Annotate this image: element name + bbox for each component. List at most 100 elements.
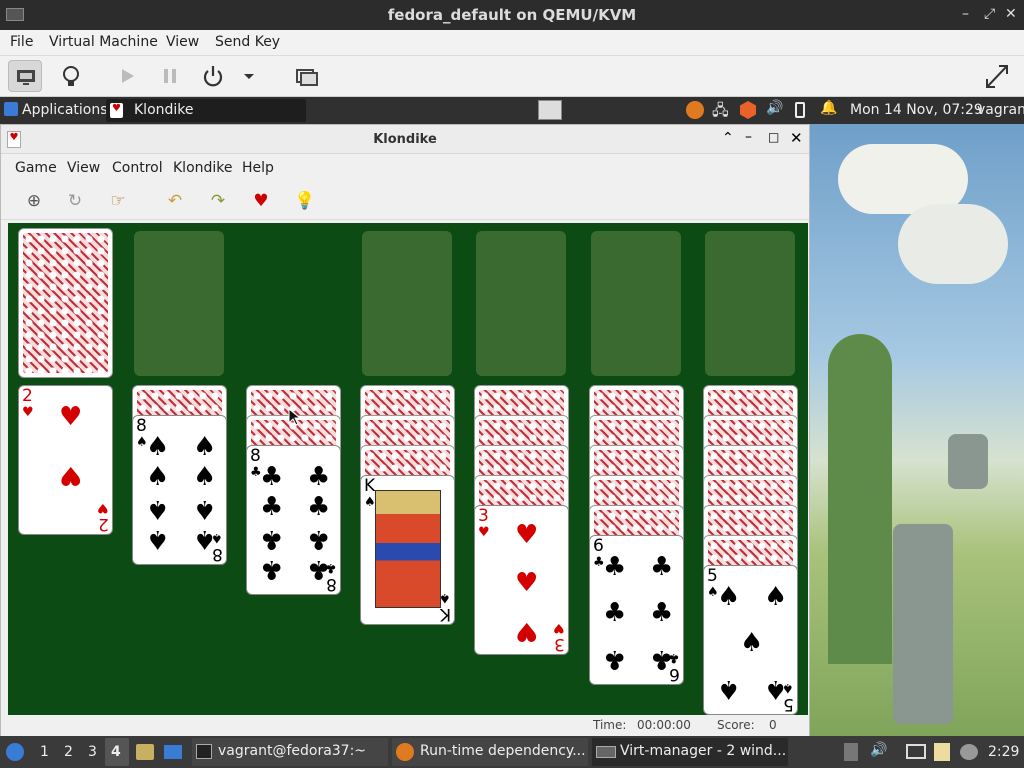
- workspace-1[interactable]: 1: [40, 744, 49, 760]
- pause-button[interactable]: [153, 60, 187, 92]
- tray-display-icon[interactable]: [906, 744, 926, 759]
- face-up-card[interactable]: 8 ♣ 8 ♣ ♣ ♣ ♣ ♣ ♣ ♣ ♣ ♣: [246, 445, 341, 595]
- package-icon[interactable]: [740, 101, 756, 119]
- restart-icon[interactable]: ↻: [64, 190, 86, 212]
- menu-virtual-machine[interactable]: Virtual Machine: [49, 34, 158, 50]
- host-window-title: fedora_default on QEMU/KVM: [387, 6, 637, 24]
- snapshot-icon: [296, 69, 318, 86]
- start-menu-icon[interactable]: [6, 743, 24, 761]
- run-button[interactable]: [110, 60, 144, 92]
- score-label: Score:: [717, 718, 755, 732]
- menu-help[interactable]: Help: [242, 160, 274, 176]
- menu-send-key[interactable]: Send Key: [215, 34, 280, 50]
- status-bar: Time: 00:00:00 Score: 0: [1, 715, 809, 737]
- face-up-card[interactable]: K ♠ K ♠: [360, 475, 455, 625]
- host-maximize-icon[interactable]: ⤢: [984, 6, 995, 22]
- stock-pile[interactable]: [18, 228, 113, 378]
- details-button[interactable]: [54, 60, 88, 92]
- menu-view[interactable]: View: [67, 160, 100, 176]
- volume-icon[interactable]: 🔊: [766, 100, 783, 116]
- menu-view[interactable]: View: [166, 34, 199, 50]
- card-pip-icon: ♠: [764, 582, 788, 612]
- waste-slot[interactable]: [134, 231, 224, 376]
- card-suit-icon: ♥: [553, 620, 565, 635]
- card-pip-icon: ♣: [260, 554, 284, 584]
- notification-bell-icon[interactable]: 🔔: [820, 100, 837, 116]
- shutdown-button[interactable]: [196, 60, 230, 92]
- menu-control[interactable]: Control: [112, 160, 163, 176]
- console-button[interactable]: [8, 60, 42, 92]
- network-icon[interactable]: 🖧: [712, 100, 729, 125]
- fullscreen-button[interactable]: [980, 60, 1014, 92]
- face-up-card[interactable]: 6 ♣ 6 ♣ ♣ ♣ ♣ ♣ ♣ ♣: [589, 535, 684, 685]
- host-close-icon[interactable]: ✕: [1005, 6, 1017, 22]
- panel-user[interactable]: vagrant: [977, 102, 1024, 118]
- workspace-3[interactable]: 3: [88, 744, 97, 760]
- face-up-card[interactable]: 3 ♥ 3 ♥ ♥ ♥ ♥: [474, 505, 569, 655]
- tray-eject-icon[interactable]: [844, 743, 858, 761]
- select-game-icon[interactable]: ☞: [107, 190, 129, 212]
- task-terminal[interactable]: vagrant@fedora37:~: [192, 738, 388, 766]
- deal-icon[interactable]: ♥: [250, 190, 272, 212]
- shutdown-menu-button[interactable]: [236, 60, 262, 92]
- face-up-card[interactable]: 5 ♠ 5 ♠ ♠ ♠ ♠ ♠ ♠: [703, 565, 798, 715]
- applications-menu[interactable]: Applications: [22, 102, 108, 118]
- snapshots-button[interactable]: [290, 60, 324, 92]
- tray-clipboard-icon[interactable]: [934, 743, 950, 761]
- foundation-slot[interactable]: [362, 231, 452, 376]
- redo-icon[interactable]: ↷: [207, 190, 229, 212]
- card-pip-icon: ♠: [764, 674, 788, 704]
- score-value: 0: [769, 718, 777, 732]
- face-up-card[interactable]: 8 ♠ 8 ♠ ♠ ♠ ♠ ♠ ♠ ♠ ♠ ♠: [132, 415, 227, 565]
- tower-shape: [828, 334, 892, 664]
- foundation-slot[interactable]: [476, 231, 566, 376]
- new-game-icon[interactable]: ⊕: [23, 190, 45, 212]
- tower-shape: [948, 434, 988, 489]
- card-pip-icon: ♠: [193, 462, 217, 492]
- hint-icon[interactable]: 💡: [294, 190, 316, 212]
- foundation-slot[interactable]: [591, 231, 681, 376]
- task-virt-manager[interactable]: Virt-manager - 2 wind...: [592, 738, 788, 766]
- face-up-card[interactable]: 2 ♥ 2 ♥ ♥ ♥: [18, 385, 113, 535]
- firefox-tray-icon[interactable]: [686, 101, 704, 119]
- virt-manager-icon: [596, 746, 616, 758]
- maximize-icon[interactable]: □: [768, 130, 779, 144]
- cloud-shape: [898, 204, 1008, 284]
- task-klondike[interactable]: ♥ Klondike: [106, 99, 306, 122]
- chevron-up-icon[interactable]: ⌃: [722, 130, 734, 146]
- menu-file[interactable]: File: [10, 34, 33, 50]
- card-pip-icon: ♠: [146, 432, 170, 462]
- file-manager-icon[interactable]: [136, 744, 154, 760]
- workspace-4-button[interactable]: 4: [105, 738, 129, 766]
- tray-volume-icon[interactable]: 🔊: [870, 742, 887, 758]
- klondike-title-bar: ♥ Klondike ⌃ – □ ✕: [1, 125, 809, 154]
- card-pip-icon: ♣: [307, 524, 331, 554]
- task-virt-manager-label: Virt-manager - 2 wind...: [620, 743, 787, 759]
- card-pip-icon: ♥: [59, 460, 83, 490]
- workspace-4: 4: [111, 744, 121, 760]
- game-felt[interactable]: 2 ♥ 2 ♥ ♥ ♥ 8 ♠ 8 ♠ ♠ ♠ ♠ ♠ ♠ ♠ ♠ ♠ 8 ♣ 8 ♣ ♣ ♣ ♣ ♣ ♣ ♣ ♣ ♣ K ♠ K ♠ 3 ♥ 3 ♥ ♥ ♥…: [8, 223, 808, 715]
- foundation-slot[interactable]: [705, 231, 795, 376]
- card-suit-icon: ♥: [22, 405, 34, 420]
- panel-clock[interactable]: Mon 14 Nov, 07:29: [850, 102, 983, 118]
- host-title-bar: fedora_default on QEMU/KVM – ⤢ ✕: [0, 0, 1024, 30]
- card-pip-icon: ♠: [146, 494, 170, 524]
- fullscreen-icon: [986, 65, 1008, 88]
- tray-network-icon[interactable]: [960, 744, 978, 760]
- window-list-icon[interactable]: [538, 100, 562, 120]
- undo-icon[interactable]: ↶: [164, 190, 186, 212]
- task-firefox[interactable]: Run-time dependency...: [392, 738, 588, 766]
- klondike-menubar: Game View Control Klondike Help: [1, 154, 809, 182]
- card-pip-icon: ♣: [307, 492, 331, 522]
- host-minimize-icon[interactable]: –: [962, 6, 969, 22]
- menu-game[interactable]: Game: [15, 160, 57, 176]
- taskbar-clock[interactable]: 2:29: [988, 744, 1019, 760]
- card-rank: 2: [98, 514, 109, 534]
- menu-klondike[interactable]: Klondike: [173, 160, 233, 176]
- battery-icon[interactable]: [795, 102, 805, 118]
- close-icon[interactable]: ✕: [790, 129, 803, 147]
- show-desktop-icon[interactable]: [164, 745, 182, 759]
- card-pip-icon: ♠: [717, 582, 741, 612]
- minimize-icon[interactable]: –: [745, 129, 752, 145]
- workspace-2[interactable]: 2: [64, 744, 73, 760]
